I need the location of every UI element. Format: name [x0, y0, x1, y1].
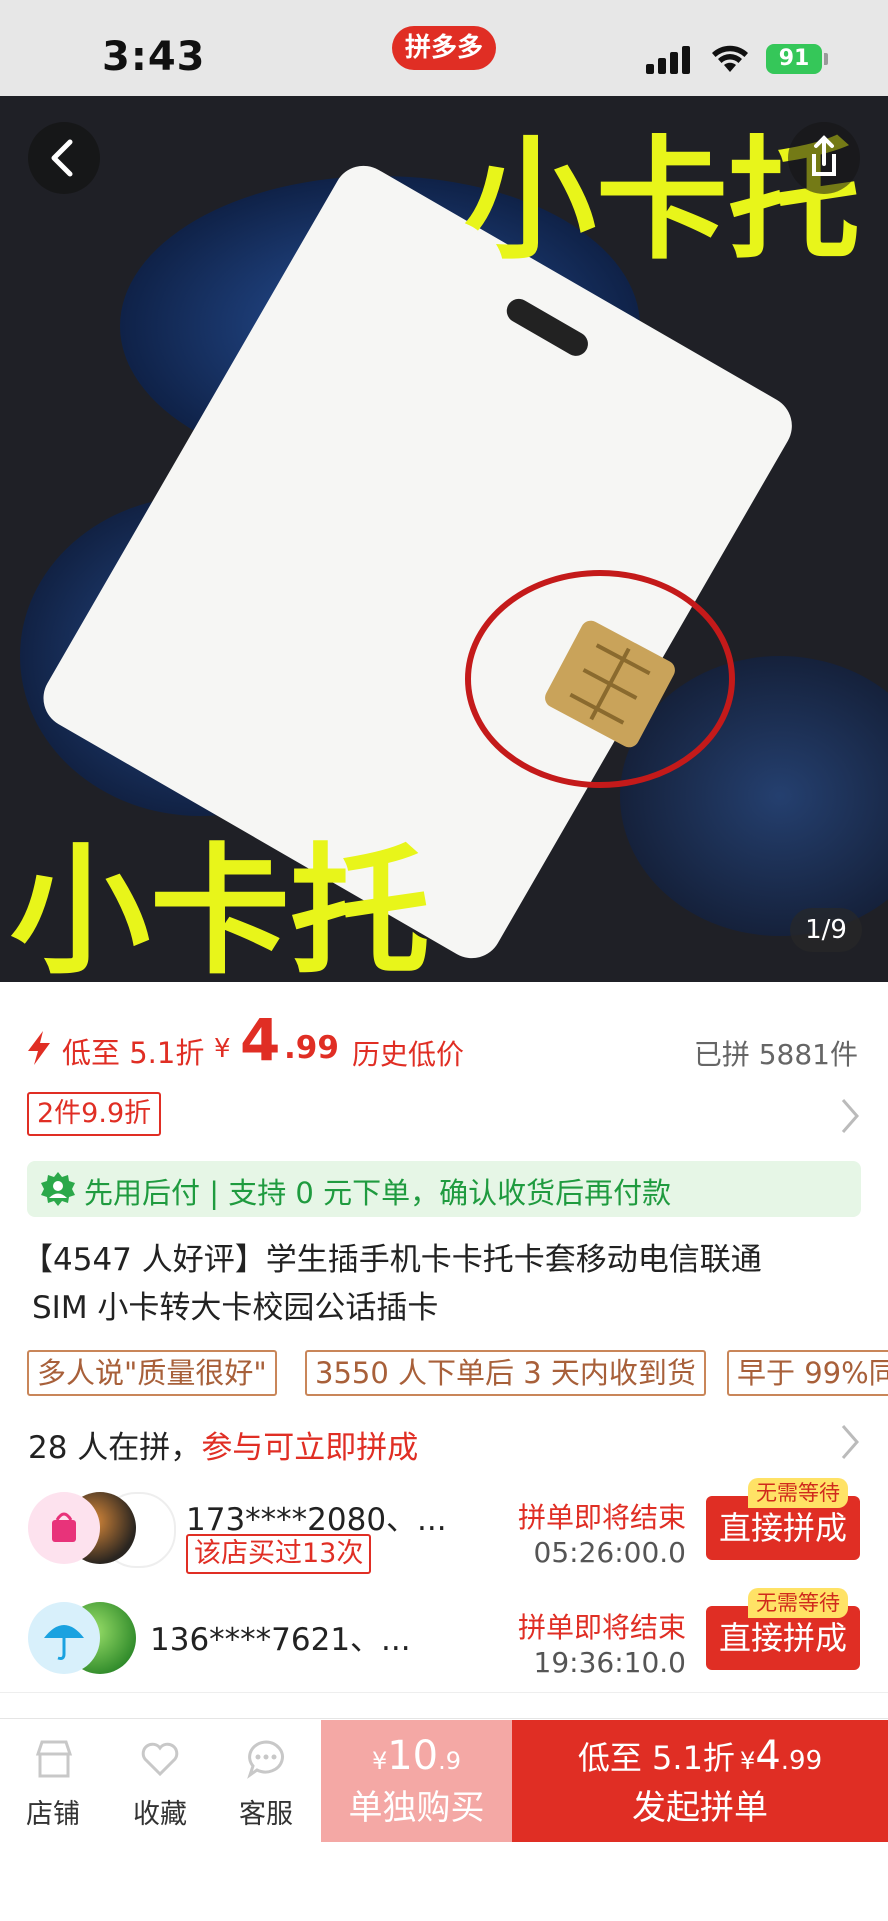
price-currency: ¥ — [214, 1034, 231, 1064]
group-count: 28 人在拼， — [28, 1430, 202, 1466]
group-countdown: 05:26:00.0 — [533, 1536, 686, 1569]
overlay-text-bottom: 小卡托 — [10, 831, 430, 982]
pay-later-badge-icon — [41, 1172, 75, 1206]
product-title-line1: 【4547 人好评】学生插手机卡卡托卡套移动电信联通 — [22, 1242, 762, 1278]
bag-icon — [52, 1512, 76, 1542]
rank-tag[interactable]: 早于 99%同 — [727, 1350, 888, 1396]
avatar — [28, 1602, 100, 1674]
product-title: 【4547 人好评】学生插手机卡卡托卡套移动电信联通 SIM 小卡转大卡校园公话… — [22, 1236, 862, 1332]
store-label: 店铺 — [26, 1799, 80, 1830]
repeat-buyer-badge: 该店买过13次 — [186, 1534, 372, 1574]
low-price-label: 低至 5.1折 — [62, 1036, 205, 1070]
heart-icon — [141, 1742, 179, 1777]
group-buy-label: 发起拼单 — [632, 1788, 768, 1828]
chevron-left-icon — [51, 139, 73, 177]
group-member-name: 136****7621、... — [150, 1622, 411, 1658]
buy-alone-button[interactable]: ¥10.9 单独购买 — [321, 1720, 512, 1842]
price-decimal: .99 — [284, 1030, 339, 1066]
umbrella-icon — [44, 1625, 84, 1660]
solo-label: 单独购买 — [348, 1788, 485, 1828]
review-tag[interactable]: 多人说"质量很好" — [27, 1350, 277, 1396]
store-icon — [35, 1740, 73, 1778]
solo-price: ¥10.9 — [371, 1733, 462, 1779]
pay-later-text: 先用后付 | 支持 0 元下单，确认收货后再付款 — [84, 1176, 672, 1210]
group-join-text: 参与可立即拼成 — [201, 1430, 419, 1466]
chat-icon — [247, 1740, 284, 1779]
wifi-icon — [712, 45, 748, 72]
group-member-name: 173****2080、... — [186, 1502, 447, 1538]
battery-cap — [824, 53, 828, 65]
back-button[interactable] — [28, 122, 100, 194]
history-low-label: 历史低价 — [352, 1038, 465, 1071]
status-time: 3:43 — [102, 34, 206, 80]
store-button[interactable]: 店铺 — [3, 1738, 103, 1830]
sold-count: 已拼 5881件 — [693, 1038, 858, 1071]
group-status: 拼单即将结束 — [517, 1501, 686, 1534]
app-badge: 拼多多 — [392, 26, 496, 70]
group-buy-price: 低至 5.1折 ¥4.99 — [577, 1733, 823, 1779]
divider — [0, 1692, 888, 1693]
group-status: 拼单即将结束 — [517, 1611, 686, 1644]
lightning-icon — [28, 1031, 50, 1065]
product-title-line2: SIM 小卡转大卡校园公话插卡 — [32, 1290, 439, 1326]
product-photo: 小卡托 小卡托 — [0, 96, 888, 982]
favorite-button[interactable]: 收藏 — [110, 1738, 210, 1830]
share-icon — [812, 135, 836, 176]
group-countdown: 19:36:10.0 — [533, 1646, 686, 1679]
customer-service-label: 客服 — [239, 1799, 293, 1830]
avatar — [28, 1492, 100, 1564]
price-integer: 4 — [240, 1006, 281, 1074]
group-header[interactable]: 28 人在拼，参与可立即拼成 — [28, 1422, 418, 1467]
favorite-label: 收藏 — [133, 1799, 187, 1830]
delivery-tag[interactable]: 3550 人下单后 3 天内收到货 — [305, 1350, 706, 1396]
customer-service-button[interactable]: 客服 — [216, 1738, 316, 1830]
share-button[interactable] — [788, 122, 860, 194]
group-item: 173****2080、... 该店买过13次 拼单即将结束 05:26:00.… — [0, 1478, 888, 1588]
discount-tag[interactable]: 2件9.9折 — [27, 1092, 162, 1136]
product-image[interactable]: 小卡托 小卡托 — [0, 96, 888, 982]
start-group-button[interactable]: 低至 5.1折 ¥4.99 发起拼单 — [512, 1720, 888, 1842]
cellular-signal-icon — [646, 46, 690, 74]
battery-icon: 91 — [766, 44, 822, 74]
group-item: 136****7621、... 拼单即将结束 19:36:10.0 直接拼成 无… — [0, 1588, 888, 1698]
no-wait-badge: 无需等待 — [748, 1588, 848, 1618]
chevron-right-icon[interactable] — [838, 1096, 862, 1136]
chevron-right-icon[interactable] — [838, 1422, 862, 1462]
image-counter: 1/9 — [790, 908, 862, 952]
no-wait-badge: 无需等待 — [748, 1478, 848, 1508]
